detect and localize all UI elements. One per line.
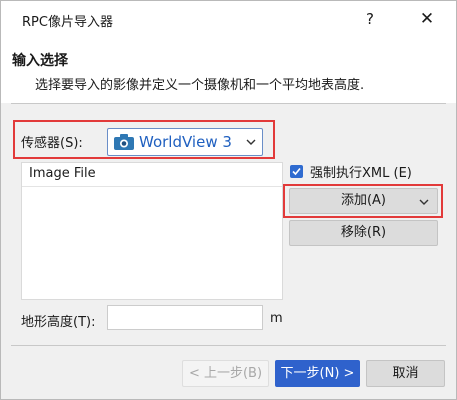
next-button[interactable]: 下一步(N) > [275, 360, 360, 387]
add-button-label: 添加(A) [340, 193, 387, 208]
cancel-button[interactable]: 取消 [366, 360, 445, 387]
image-file-list[interactable]: Image File [21, 162, 283, 300]
window-title: RPC像片导入器 [22, 15, 113, 30]
header-divider [11, 103, 446, 104]
section-title: 输入选择 [12, 53, 68, 69]
add-button[interactable]: 添加(A) [289, 188, 438, 214]
previous-button[interactable]: < 上一步(B) [182, 360, 269, 387]
remove-button[interactable]: 移除(R) [289, 220, 438, 246]
rpc-import-dialog: RPC像片导入器 ? ✕ 输入选择 选择要导入的影像并定义一个摄像机和一个平均地… [0, 0, 457, 400]
terrain-height-label: 地形高度(T): [21, 315, 96, 330]
force-xml-label[interactable]: 强制执行XML (E) [310, 162, 412, 181]
close-button[interactable]: ✕ [412, 6, 442, 32]
section-description: 选择要导入的影像并定义一个摄像机和一个平均地表高度. [35, 78, 365, 93]
remove-button-label: 移除(R) [340, 225, 387, 240]
footer-divider [11, 345, 446, 346]
previous-button-label: < 上一步(B) [188, 366, 263, 381]
column-header-image-file: Image File [29, 166, 96, 181]
help-button[interactable]: ? [356, 6, 384, 32]
list-column-header[interactable]: Image File [22, 163, 282, 187]
header-panel: 输入选择 选择要导入的影像并定义一个摄像机和一个平均地表高度. [1, 37, 456, 103]
cancel-button-label: 取消 [392, 366, 419, 381]
force-xml-checkbox[interactable] [290, 165, 303, 178]
sensor-label: 传感器(S): [21, 136, 83, 151]
sensor-dropdown[interactable]: WorldView 3 [107, 128, 263, 156]
camera-icon [114, 134, 134, 150]
chevron-down-icon [246, 139, 256, 145]
terrain-height-input[interactable] [107, 305, 263, 330]
chevron-down-icon [419, 199, 429, 205]
next-button-label: 下一步(N) > [280, 366, 355, 381]
checkmark-icon [292, 167, 301, 176]
title-bar: RPC像片导入器 ? ✕ [1, 1, 456, 37]
terrain-unit: m [270, 311, 283, 326]
sensor-selected-value: WorldView 3 [139, 133, 232, 151]
